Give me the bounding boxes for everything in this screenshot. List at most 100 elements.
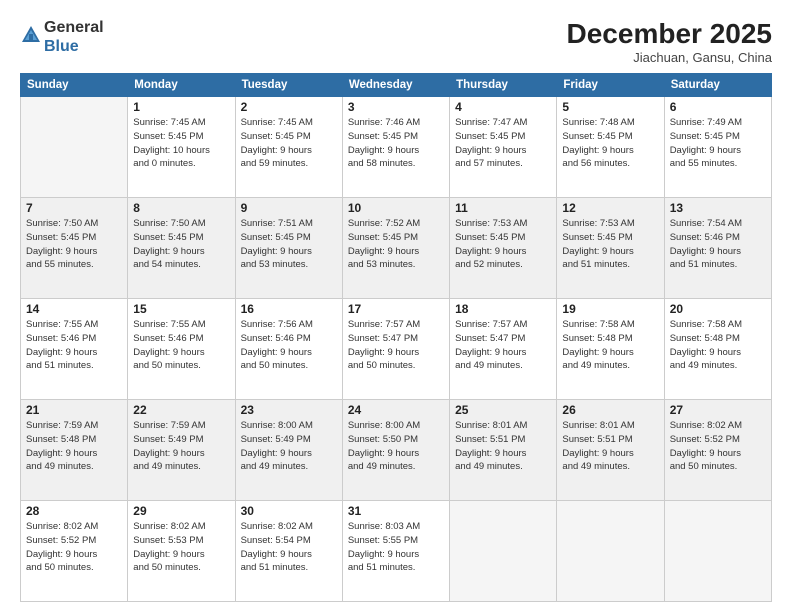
day-number: 28 bbox=[26, 504, 122, 518]
logo-icon bbox=[20, 24, 42, 46]
calendar-cell bbox=[450, 501, 557, 602]
calendar-cell: 28 Sunrise: 8:02 AMSunset: 5:52 PMDayligh… bbox=[21, 501, 128, 602]
calendar-cell: 9 Sunrise: 7:51 AMSunset: 5:45 PMDaylight… bbox=[235, 198, 342, 299]
calendar-week-row: 21Sunrise: 7:59 AMSunset: 5:48 PMDayligh… bbox=[21, 400, 772, 501]
calendar-cell: 27Sunrise: 8:02 AMSunset: 5:52 PMDayligh… bbox=[664, 400, 771, 501]
day-number: 5 bbox=[562, 100, 658, 114]
calendar-cell bbox=[557, 501, 664, 602]
day-info: Sunrise: 7:58 AMSunset: 5:48 PMDaylight:… bbox=[562, 318, 658, 373]
day-number: 4 bbox=[455, 100, 551, 114]
day-info: Sunrise: 7:45 AMSunset: 5:45 PMDaylight:… bbox=[241, 116, 337, 171]
calendar-table: SundayMondayTuesdayWednesdayThursdayFrid… bbox=[20, 73, 772, 602]
calendar-cell: 6 Sunrise: 7:49 AMSunset: 5:45 PMDaylight… bbox=[664, 97, 771, 198]
day-number: 6 bbox=[670, 100, 766, 114]
day-number: 21 bbox=[26, 403, 122, 417]
logo-text: General Blue bbox=[44, 18, 104, 56]
day-of-week-tuesday: Tuesday bbox=[235, 74, 342, 97]
calendar-cell: 18 Sunrise: 7:57 AMSunset: 5:47 PMDayligh… bbox=[450, 299, 557, 400]
day-number: 15 bbox=[133, 302, 229, 316]
calendar-cell: 30 Sunrise: 8:02 AMSunset: 5:54 PMDayligh… bbox=[235, 501, 342, 602]
day-info: Sunrise: 7:56 AMSunset: 5:46 PMDaylight:… bbox=[241, 318, 337, 373]
day-number: 17 bbox=[348, 302, 444, 316]
calendar-cell: 7 Sunrise: 7:50 AMSunset: 5:45 PMDaylight… bbox=[21, 198, 128, 299]
day-number: 29 bbox=[133, 504, 229, 518]
day-number: 14 bbox=[26, 302, 122, 316]
day-info: Sunrise: 7:47 AMSunset: 5:45 PMDaylight:… bbox=[455, 116, 551, 171]
calendar-cell: 24Sunrise: 8:00 AMSunset: 5:50 PMDayligh… bbox=[342, 400, 449, 501]
day-info: Sunrise: 8:01 AMSunset: 5:51 PMDaylight:… bbox=[455, 419, 551, 474]
calendar-cell: 11 Sunrise: 7:53 AMSunset: 5:45 PMDayligh… bbox=[450, 198, 557, 299]
calendar-week-row: 1 Sunrise: 7:45 AMSunset: 5:45 PMDaylight… bbox=[21, 97, 772, 198]
day-number: 1 bbox=[133, 100, 229, 114]
day-info: Sunrise: 8:02 AMSunset: 5:52 PMDaylight:… bbox=[670, 419, 766, 474]
day-info: Sunrise: 7:54 AMSunset: 5:46 PMDaylight:… bbox=[670, 217, 766, 272]
day-number: 3 bbox=[348, 100, 444, 114]
logo: General Blue bbox=[20, 18, 104, 56]
day-of-week-monday: Monday bbox=[128, 74, 235, 97]
day-number: 30 bbox=[241, 504, 337, 518]
calendar-cell: 4 Sunrise: 7:47 AMSunset: 5:45 PMDaylight… bbox=[450, 97, 557, 198]
day-number: 2 bbox=[241, 100, 337, 114]
day-info: Sunrise: 8:02 AMSunset: 5:54 PMDaylight:… bbox=[241, 520, 337, 575]
day-info: Sunrise: 7:55 AMSunset: 5:46 PMDaylight:… bbox=[133, 318, 229, 373]
day-number: 8 bbox=[133, 201, 229, 215]
day-number: 16 bbox=[241, 302, 337, 316]
day-info: Sunrise: 7:57 AMSunset: 5:47 PMDaylight:… bbox=[348, 318, 444, 373]
calendar-cell: 16 Sunrise: 7:56 AMSunset: 5:46 PMDayligh… bbox=[235, 299, 342, 400]
day-number: 24 bbox=[348, 403, 444, 417]
day-info: Sunrise: 7:51 AMSunset: 5:45 PMDaylight:… bbox=[241, 217, 337, 272]
day-info: Sunrise: 8:00 AMSunset: 5:49 PMDaylight:… bbox=[241, 419, 337, 474]
day-of-week-friday: Friday bbox=[557, 74, 664, 97]
calendar-cell bbox=[21, 97, 128, 198]
calendar-cell: 1 Sunrise: 7:45 AMSunset: 5:45 PMDaylight… bbox=[128, 97, 235, 198]
calendar-cell: 10Sunrise: 7:52 AMSunset: 5:45 PMDayligh… bbox=[342, 198, 449, 299]
calendar-cell: 22 Sunrise: 7:59 AMSunset: 5:49 PMDayligh… bbox=[128, 400, 235, 501]
calendar-week-row: 28 Sunrise: 8:02 AMSunset: 5:52 PMDayligh… bbox=[21, 501, 772, 602]
calendar-cell: 17 Sunrise: 7:57 AMSunset: 5:47 PMDayligh… bbox=[342, 299, 449, 400]
day-number: 13 bbox=[670, 201, 766, 215]
day-number: 10 bbox=[348, 201, 444, 215]
calendar-cell: 3Sunrise: 7:46 AMSunset: 5:45 PMDaylight… bbox=[342, 97, 449, 198]
day-number: 20 bbox=[670, 302, 766, 316]
day-number: 11 bbox=[455, 201, 551, 215]
location: Jiachuan, Gansu, China bbox=[567, 50, 772, 65]
calendar-cell: 31 Sunrise: 8:03 AMSunset: 5:55 PMDayligh… bbox=[342, 501, 449, 602]
calendar-cell: 25 Sunrise: 8:01 AMSunset: 5:51 PMDayligh… bbox=[450, 400, 557, 501]
day-number: 26 bbox=[562, 403, 658, 417]
day-number: 12 bbox=[562, 201, 658, 215]
day-info: Sunrise: 8:02 AMSunset: 5:52 PMDaylight:… bbox=[26, 520, 122, 575]
day-info: Sunrise: 7:57 AMSunset: 5:47 PMDaylight:… bbox=[455, 318, 551, 373]
calendar-cell: 8 Sunrise: 7:50 AMSunset: 5:45 PMDaylight… bbox=[128, 198, 235, 299]
calendar-cell: 19 Sunrise: 7:58 AMSunset: 5:48 PMDayligh… bbox=[557, 299, 664, 400]
day-info: Sunrise: 7:53 AMSunset: 5:45 PMDaylight:… bbox=[455, 217, 551, 272]
day-of-week-thursday: Thursday bbox=[450, 74, 557, 97]
day-number: 7 bbox=[26, 201, 122, 215]
day-info: Sunrise: 7:49 AMSunset: 5:45 PMDaylight:… bbox=[670, 116, 766, 171]
day-info: Sunrise: 8:03 AMSunset: 5:55 PMDaylight:… bbox=[348, 520, 444, 575]
day-info: Sunrise: 7:48 AMSunset: 5:45 PMDaylight:… bbox=[562, 116, 658, 171]
calendar-cell: 5 Sunrise: 7:48 AMSunset: 5:45 PMDaylight… bbox=[557, 97, 664, 198]
day-number: 31 bbox=[348, 504, 444, 518]
day-info: Sunrise: 7:58 AMSunset: 5:48 PMDaylight:… bbox=[670, 318, 766, 373]
calendar-cell: 21Sunrise: 7:59 AMSunset: 5:48 PMDayligh… bbox=[21, 400, 128, 501]
day-number: 19 bbox=[562, 302, 658, 316]
day-info: Sunrise: 7:50 AMSunset: 5:45 PMDaylight:… bbox=[133, 217, 229, 272]
calendar-cell: 13 Sunrise: 7:54 AMSunset: 5:46 PMDayligh… bbox=[664, 198, 771, 299]
day-info: Sunrise: 8:01 AMSunset: 5:51 PMDaylight:… bbox=[562, 419, 658, 474]
day-info: Sunrise: 7:50 AMSunset: 5:45 PMDaylight:… bbox=[26, 217, 122, 272]
calendar-cell: 29 Sunrise: 8:02 AMSunset: 5:53 PMDayligh… bbox=[128, 501, 235, 602]
day-of-week-saturday: Saturday bbox=[664, 74, 771, 97]
calendar-header-row: SundayMondayTuesdayWednesdayThursdayFrid… bbox=[21, 74, 772, 97]
day-number: 22 bbox=[133, 403, 229, 417]
day-number: 25 bbox=[455, 403, 551, 417]
day-of-week-wednesday: Wednesday bbox=[342, 74, 449, 97]
day-info: Sunrise: 7:53 AMSunset: 5:45 PMDaylight:… bbox=[562, 217, 658, 272]
calendar-cell: 12 Sunrise: 7:53 AMSunset: 5:45 PMDayligh… bbox=[557, 198, 664, 299]
day-info: Sunrise: 7:59 AMSunset: 5:49 PMDaylight:… bbox=[133, 419, 229, 474]
calendar-cell: 14Sunrise: 7:55 AMSunset: 5:46 PMDayligh… bbox=[21, 299, 128, 400]
day-number: 9 bbox=[241, 201, 337, 215]
day-info: Sunrise: 8:02 AMSunset: 5:53 PMDaylight:… bbox=[133, 520, 229, 575]
day-info: Sunrise: 7:45 AMSunset: 5:45 PMDaylight:… bbox=[133, 116, 229, 171]
title-block: December 2025 Jiachuan, Gansu, China bbox=[567, 18, 772, 65]
day-number: 18 bbox=[455, 302, 551, 316]
